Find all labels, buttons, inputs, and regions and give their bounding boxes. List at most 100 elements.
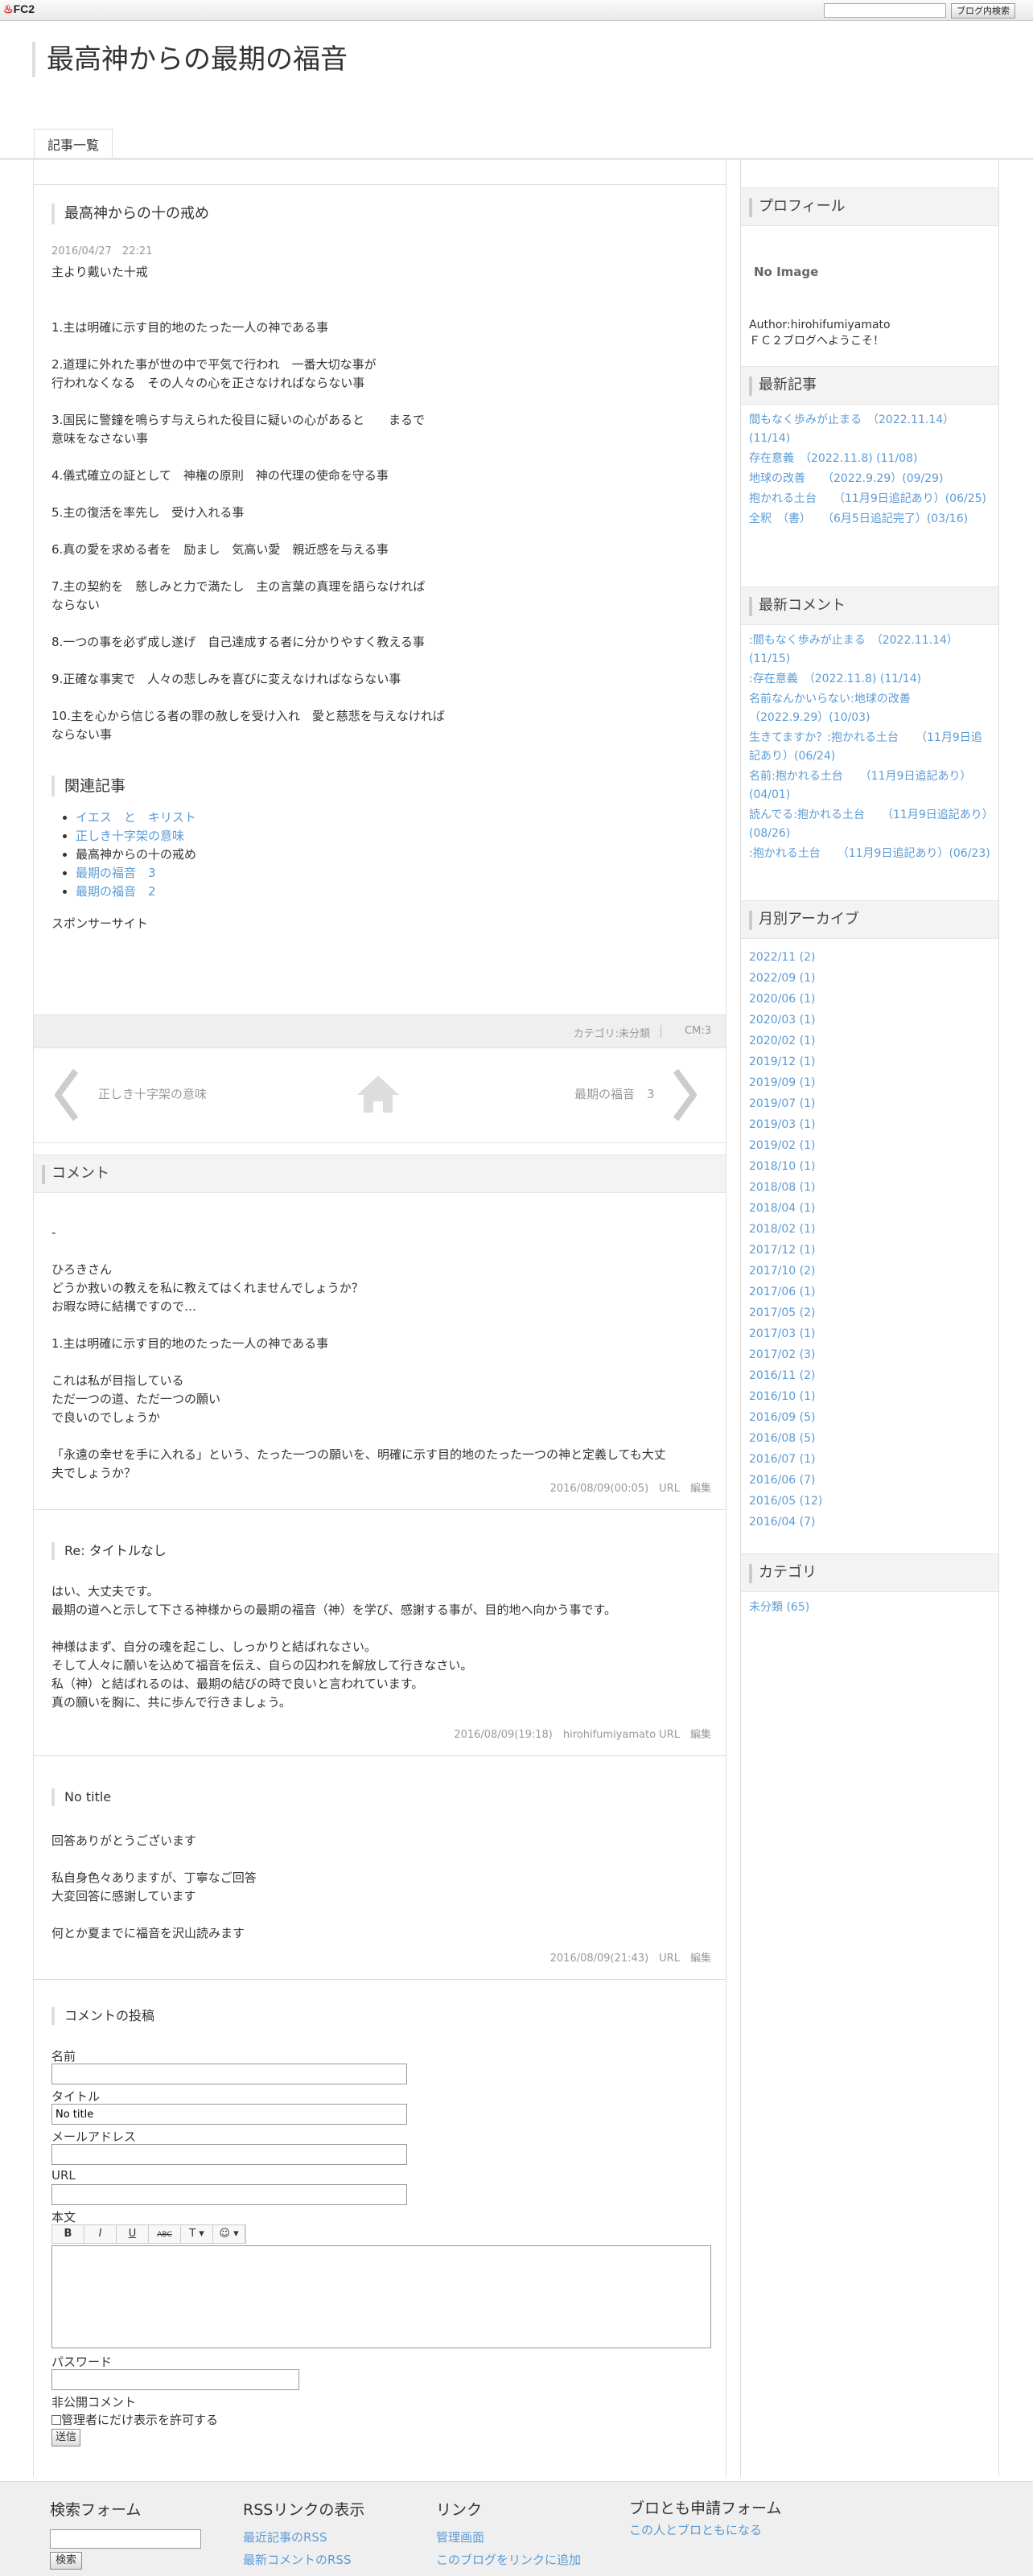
archive-link[interactable]: 2016/08 (5) (749, 1428, 990, 1449)
recent-comment-link[interactable]: :抱かれる土台 （11月9日追記あり）(06/23) (749, 845, 990, 863)
archive-link[interactable]: 2017/10 (2) (749, 1261, 990, 1282)
recent-comment-link[interactable]: 生きてますか？:抱かれる土台 （11月9日追記あり）(06/24) (749, 729, 990, 766)
footer-search-button[interactable]: 検索 (50, 2552, 82, 2570)
archive-link[interactable]: 2019/03 (1) (749, 1114, 990, 1135)
title-field[interactable] (51, 2104, 407, 2125)
archive-link[interactable]: 2017/05 (2) (749, 1302, 990, 1323)
comment-edit-link[interactable]: 編集 (690, 1483, 711, 1495)
comment-author-link[interactable]: hirohifumiyamato (563, 1729, 656, 1741)
blog-search-button[interactable]: ブログ内検索 (951, 3, 1015, 19)
comment-url-link[interactable]: URL (659, 1953, 680, 1965)
related-link[interactable]: 最期の福音 2 (76, 884, 156, 899)
comment-body: 回答ありがとうございます 私自身色々ありますが、丁寧なご回答 大変回答に感謝して… (51, 1833, 257, 1940)
private-checkbox[interactable] (51, 2415, 61, 2425)
recent-comment-link[interactable]: 名前:抱かれる土台 （11月9日追記あり）(04/01) (749, 767, 990, 804)
comment-edit-link[interactable]: 編集 (690, 1729, 711, 1741)
archive-link[interactable]: 2018/08 (1) (749, 1177, 990, 1198)
email-field[interactable] (51, 2144, 407, 2165)
recent-comments-list: :間もなく歩みが止まる （2022.11.14）(11/15):存在意義 （20… (749, 632, 990, 865)
recent-entry-link[interactable]: 間もなく歩みが止まる （2022.11.14）(11/14) (749, 411, 990, 448)
related-item[interactable]: イエス と キリスト (76, 809, 534, 827)
archive-link[interactable]: 2019/02 (1) (749, 1135, 990, 1156)
recent-entry-link[interactable]: 抱かれる土台 （11月9日追記あり）(06/25) (749, 490, 990, 508)
archive-link[interactable]: 2016/09 (5) (749, 1407, 990, 1428)
url-field[interactable] (51, 2184, 407, 2205)
archive-link[interactable]: 2018/10 (1) (749, 1156, 990, 1177)
archive-link[interactable]: 2017/03 (1) (749, 1323, 990, 1344)
archive-link[interactable]: 2022/09 (1) (749, 968, 990, 989)
recent-comment-link[interactable]: 名前なんかいらない:地球の改善 （2022.9.29）(10/03) (749, 690, 990, 727)
footer-rss-link[interactable]: 最新コメントのRSS (243, 2549, 428, 2571)
archive-link[interactable]: 2022/11 (2) (749, 947, 990, 968)
recent-comment-link[interactable]: :間もなく歩みが止まる （2022.11.14）(11/15) (749, 632, 990, 669)
blog-search-input[interactable] (824, 3, 946, 18)
entry-category-link[interactable]: カテゴリ:未分類 (574, 1025, 650, 1040)
footer-search-input[interactable] (50, 2529, 201, 2549)
archive-link[interactable]: 2019/07 (1) (749, 1093, 990, 1114)
fc2-logo-icon: ♨ (3, 2, 14, 15)
nav-tab-entries[interactable]: 記事一覧 (34, 129, 113, 158)
related-current: 最高神からの十の戒め (76, 847, 197, 862)
recent-comment-link[interactable]: :存在意義 （2022.11.8) (11/14) (749, 670, 990, 689)
footer-links-list: 管理画面 このブログをリンクに追加 (436, 2526, 621, 2571)
next-entry-link[interactable]: 最期の福音 3 (574, 1085, 655, 1102)
archive-link[interactable]: 2020/03 (1) (749, 1010, 990, 1031)
prev-entry-link[interactable]: 正しき十字架の意味 (98, 1085, 207, 1102)
name-field[interactable] (51, 2064, 407, 2084)
archive-link[interactable]: 2018/02 (1) (749, 1219, 990, 1240)
footer-link[interactable]: 管理画面 (436, 2526, 621, 2549)
toolbar-button[interactable]: ABC (149, 2226, 181, 2244)
comment-item: No title 回答ありがとうございます 私自身色々ありますが、丁寧なご回答 … (34, 1756, 726, 1980)
related-link[interactable]: イエス と キリスト (76, 810, 196, 825)
archive-link[interactable]: 2016/10 (1) (749, 1386, 990, 1407)
archive-link[interactable]: 2020/06 (1) (749, 989, 990, 1010)
recent-entry-link[interactable]: 全釈 （書） （6月5日追記完了）(03/16) (749, 510, 990, 529)
recent-entry-link[interactable]: 存在意義 （2022.11.8) (11/08) (749, 450, 990, 468)
comment-body-textarea[interactable] (51, 2245, 711, 2348)
toolbar-button[interactable]: T ▾ (181, 2225, 213, 2243)
related-item[interactable]: 正しき十字架の意味 (76, 827, 534, 846)
footer-rss-link[interactable]: 最近記事のRSS (243, 2526, 428, 2549)
archive-link[interactable]: 2017/12 (1) (749, 1240, 990, 1261)
entry-title[interactable]: 最高神からの十の戒め (51, 204, 209, 224)
recent-entries-heading: 最新記事 (741, 366, 998, 405)
comment-url-link[interactable]: URL (659, 1729, 680, 1741)
archive-link[interactable]: 2019/09 (1) (749, 1072, 990, 1093)
comment-form-heading: コメントの投稿 (51, 2007, 154, 2025)
password-field[interactable] (51, 2369, 299, 2390)
archive-link[interactable]: 2019/12 (1) (749, 1051, 990, 1072)
archive-link[interactable]: 2018/04 (1) (749, 1198, 990, 1219)
footer-friend-link[interactable]: この人とブロともになる (629, 2519, 782, 2541)
archive-link[interactable]: 2017/02 (3) (749, 1344, 990, 1365)
submit-button[interactable]: 送信 (51, 2429, 80, 2446)
archive-link[interactable]: 2016/04 (7) (749, 1512, 990, 1533)
fc2-logo[interactable]: ♨FC2 (3, 2, 35, 16)
toolbar-button[interactable]: B (52, 2225, 84, 2243)
recent-comment-link[interactable]: 読んでる:抱かれる土台 （11月9日追記あり）(08/26) (749, 806, 990, 843)
related-item[interactable]: 最期の福音 2 (76, 883, 534, 901)
entry-cm-link[interactable]: CM:3 (685, 1025, 711, 1037)
comment-url-link[interactable]: URL (659, 1483, 680, 1495)
related-item[interactable]: 最期の福音 3 (76, 864, 534, 883)
footer-links: リンク 管理画面 このブログをリンクに追加 (436, 2498, 621, 2571)
prev-arrow-icon[interactable] (54, 1068, 79, 1121)
archive-link[interactable]: 2016/06 (7) (749, 1470, 990, 1491)
footer-link[interactable]: このブログをリンクに追加 (436, 2549, 621, 2571)
archive-link[interactable]: 2016/05 (12) (749, 1491, 990, 1512)
related-link[interactable]: 最期の福音 3 (76, 866, 156, 880)
archive-link[interactable]: 2017/06 (1) (749, 1282, 990, 1302)
archive-link[interactable]: 2016/07 (1) (749, 1449, 990, 1470)
archive-link[interactable]: 2020/02 (1) (749, 1031, 990, 1051)
home-icon[interactable] (354, 1074, 402, 1114)
toolbar-button[interactable]: ☺ ▾ (213, 2225, 245, 2243)
toolbar-button[interactable]: I (84, 2225, 117, 2243)
category-link[interactable]: 未分類 (65) (749, 1599, 990, 1617)
comment-body: はい、大丈夫です。 最期の道へと示して下さる神様からの最期の福音（神）を学び、感… (51, 1584, 617, 1710)
recent-entry-link[interactable]: 地球の改善 （2022.9.29）(09/29) (749, 470, 990, 488)
next-arrow-icon[interactable] (673, 1068, 698, 1121)
comment-edit-link[interactable]: 編集 (690, 1953, 711, 1965)
archive-link[interactable]: 2016/11 (2) (749, 1365, 990, 1386)
toolbar-button[interactable]: U (117, 2225, 149, 2243)
related-link[interactable]: 正しき十字架の意味 (76, 829, 184, 843)
site-title[interactable]: 最高神からの最期の福音 (32, 42, 348, 77)
